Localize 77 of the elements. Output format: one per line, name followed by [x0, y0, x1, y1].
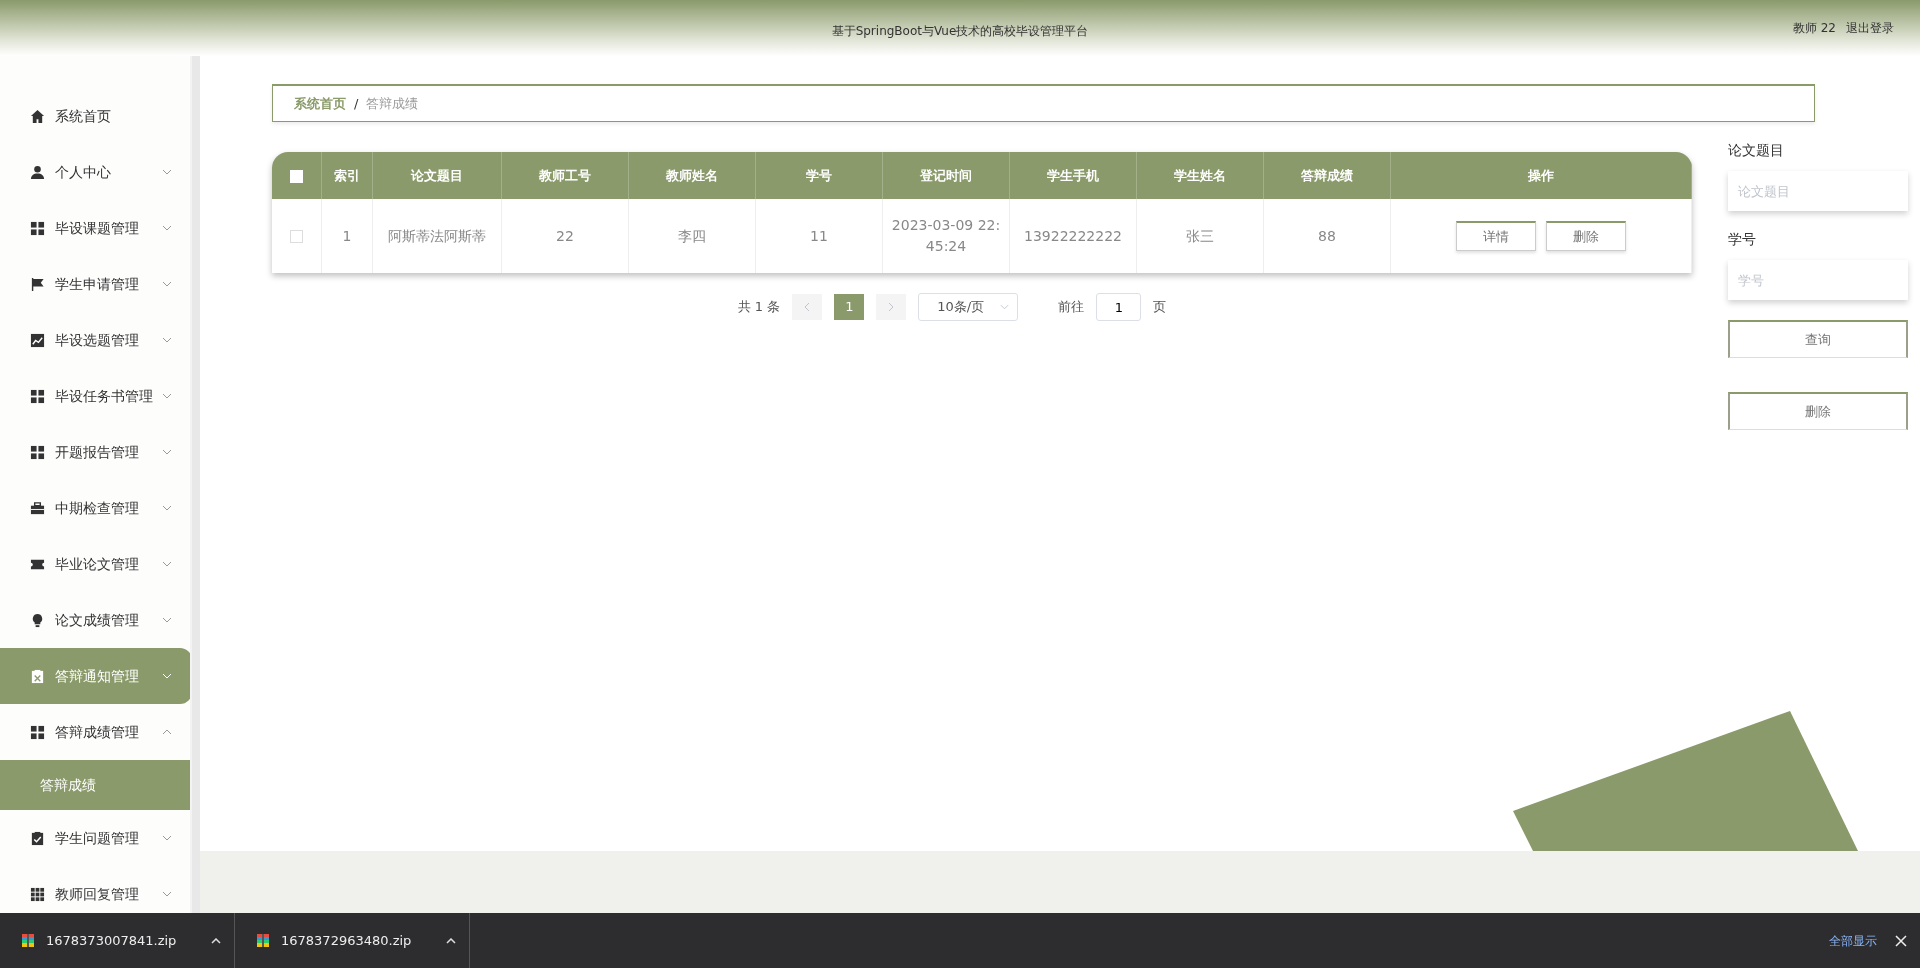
- page-size-select[interactable]: 10条/页: [918, 293, 1019, 321]
- person-icon: [30, 164, 45, 180]
- line-chart-icon: [30, 332, 45, 348]
- chevron-down-icon: [1000, 304, 1010, 310]
- field-label: 学号: [1728, 230, 1757, 249]
- table-cell: 88: [1318, 227, 1336, 244]
- column-header: 学号: [756, 152, 883, 199]
- breadcrumb-current: 答辩成绩: [366, 94, 419, 113]
- chevron-left-icon: [804, 302, 811, 312]
- chevron-up-icon: [446, 938, 456, 945]
- table-cell: 2023-03-09 22:45:24: [891, 217, 1001, 254]
- search-field[interactable]: 论文题目: [1728, 171, 1908, 211]
- column-header: 答辩成绩: [1264, 152, 1391, 199]
- details-button[interactable]: 详情: [1456, 221, 1536, 251]
- column-header: 操作: [1391, 152, 1692, 199]
- grid-icon: [30, 444, 45, 460]
- sidebar-item[interactable]: 答辩成绩管理: [0, 704, 192, 760]
- sidebar-item[interactable]: 开题报告管理: [0, 424, 192, 480]
- clipboard-check-icon: [30, 830, 45, 846]
- search-field[interactable]: 学号: [1728, 260, 1908, 300]
- page-unit-label: 页: [1153, 298, 1167, 317]
- goto-label: 前往: [1058, 298, 1085, 317]
- sidebar-item[interactable]: 毕设选题管理: [0, 312, 192, 368]
- field-label: 论文题目: [1728, 141, 1785, 160]
- flag-icon: [30, 276, 45, 292]
- chevron-right-icon: [888, 302, 895, 312]
- column-header: 教师姓名: [629, 152, 756, 199]
- table-cell: 11: [810, 227, 828, 244]
- grid-icon: [30, 220, 45, 236]
- sidebar-item[interactable]: 毕设课题管理: [0, 200, 192, 256]
- delete-button[interactable]: 删除: [1546, 221, 1626, 251]
- clipboard-icon: [30, 668, 45, 684]
- row-checkbox[interactable]: [290, 230, 303, 243]
- column-header: 索引: [322, 152, 373, 199]
- sidebar-item[interactable]: 系统首页: [0, 88, 192, 144]
- delete-button[interactable]: 删除: [1728, 392, 1908, 430]
- table-cell: 1: [342, 227, 352, 244]
- show-all-link[interactable]: 全部显示: [1829, 931, 1877, 950]
- app-title: 基于SpringBoot与Vue技术的高校毕设管理平台: [831, 23, 1089, 40]
- table-cell: 张三: [1186, 227, 1214, 244]
- download-filename[interactable]: 1678372963480.zip: [281, 930, 436, 951]
- lightbulb-icon: [30, 612, 45, 628]
- column-header: 教师工号: [502, 152, 629, 199]
- grid-icon: [30, 886, 45, 902]
- download-filename[interactable]: 1678373007841.zip: [46, 930, 201, 951]
- grid-icon: [30, 388, 45, 404]
- chevron-up-icon: [211, 938, 221, 945]
- page-size-value: 10条/页: [937, 298, 985, 317]
- sidebar-item[interactable]: 论文成绩管理: [0, 592, 192, 648]
- briefcase-icon: [30, 500, 45, 516]
- sidebar-item[interactable]: 教师回复管理: [0, 866, 192, 922]
- column-header: 学生手机: [1010, 152, 1137, 199]
- search-button[interactable]: 查询: [1728, 320, 1908, 358]
- table-cell: 22: [556, 227, 574, 244]
- sidebar-item[interactable]: 个人中心: [0, 144, 192, 200]
- table-cell: 阿斯蒂法阿斯蒂: [388, 227, 486, 244]
- column-header: 学生姓名: [1137, 152, 1264, 199]
- sidebar-item[interactable]: 毕业论文管理: [0, 536, 192, 592]
- select-all-checkbox[interactable]: [290, 169, 303, 183]
- close-icon: [1895, 935, 1907, 948]
- sidebar-item[interactable]: 中期检查管理: [0, 480, 192, 536]
- sidebar-item[interactable]: 学生问题管理: [0, 810, 192, 866]
- sidebar-item[interactable]: 毕设任务书管理: [0, 368, 192, 424]
- sidebar-item[interactable]: 学生申请管理: [0, 256, 192, 312]
- table-cell: 13922222222: [1024, 227, 1122, 244]
- user-name: 教师 22: [1792, 20, 1836, 37]
- archive-file-icon: [255, 932, 271, 949]
- archive-file-icon: [20, 932, 36, 949]
- house-icon: [30, 108, 45, 124]
- goto-page-input[interactable]: 1: [1096, 293, 1142, 321]
- breadcrumb-separator: /: [354, 94, 359, 113]
- column-header: 登记时间: [883, 152, 1010, 199]
- grid-icon: [30, 724, 45, 740]
- total-count: 共 1 条: [737, 298, 781, 317]
- column-header: 论文题目: [373, 152, 502, 199]
- logout-link[interactable]: 退出登录: [1846, 19, 1894, 37]
- table-cell: 李四: [678, 227, 706, 244]
